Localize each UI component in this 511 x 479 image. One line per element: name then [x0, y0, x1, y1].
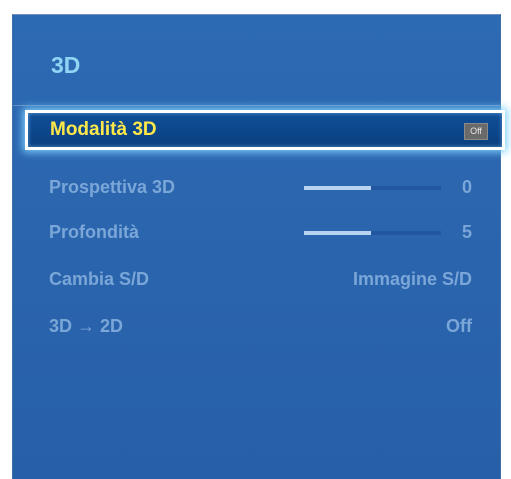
title-divider — [13, 105, 500, 106]
menu-item-label: Profondità — [49, 222, 139, 242]
menu-item-label: Modalità 3D — [50, 119, 157, 140]
menu-item-3d-to-2d[interactable]: 3D → 2D Off — [49, 312, 472, 342]
menu-title: 3D — [51, 52, 81, 78]
menu-item-label: Cambia S/D — [49, 269, 150, 289]
menu-item-value: Immagine S/D — [352, 269, 472, 289]
menu-item-value: 5 — [461, 222, 472, 242]
menu-item-label: 3D → 2D — [49, 316, 124, 336]
profondita-slider[interactable] — [304, 231, 441, 235]
slider-fill — [304, 186, 372, 190]
menu-item-profondita[interactable]: Profondità 5 — [49, 218, 472, 248]
menu-panel: 3D Modalità 3D Off Prospettiva 3D 0 Prof… — [12, 14, 505, 479]
slider-fill — [304, 231, 372, 235]
menu-item-prospettiva-3d[interactable]: Prospettiva 3D 0 — [49, 173, 472, 203]
menu-item-label: Prospettiva 3D — [49, 177, 176, 197]
menu-item-value: 0 — [461, 177, 472, 197]
menu-item-cambia-sd[interactable]: Cambia S/D Immagine S/D — [49, 265, 472, 295]
menu-item-modalita-3d[interactable]: Modalità 3D Off — [25, 110, 505, 150]
prospettiva-slider[interactable] — [304, 186, 441, 190]
menu-item-value: Off — [446, 316, 472, 336]
off-toggle-badge[interactable]: Off — [464, 123, 488, 140]
